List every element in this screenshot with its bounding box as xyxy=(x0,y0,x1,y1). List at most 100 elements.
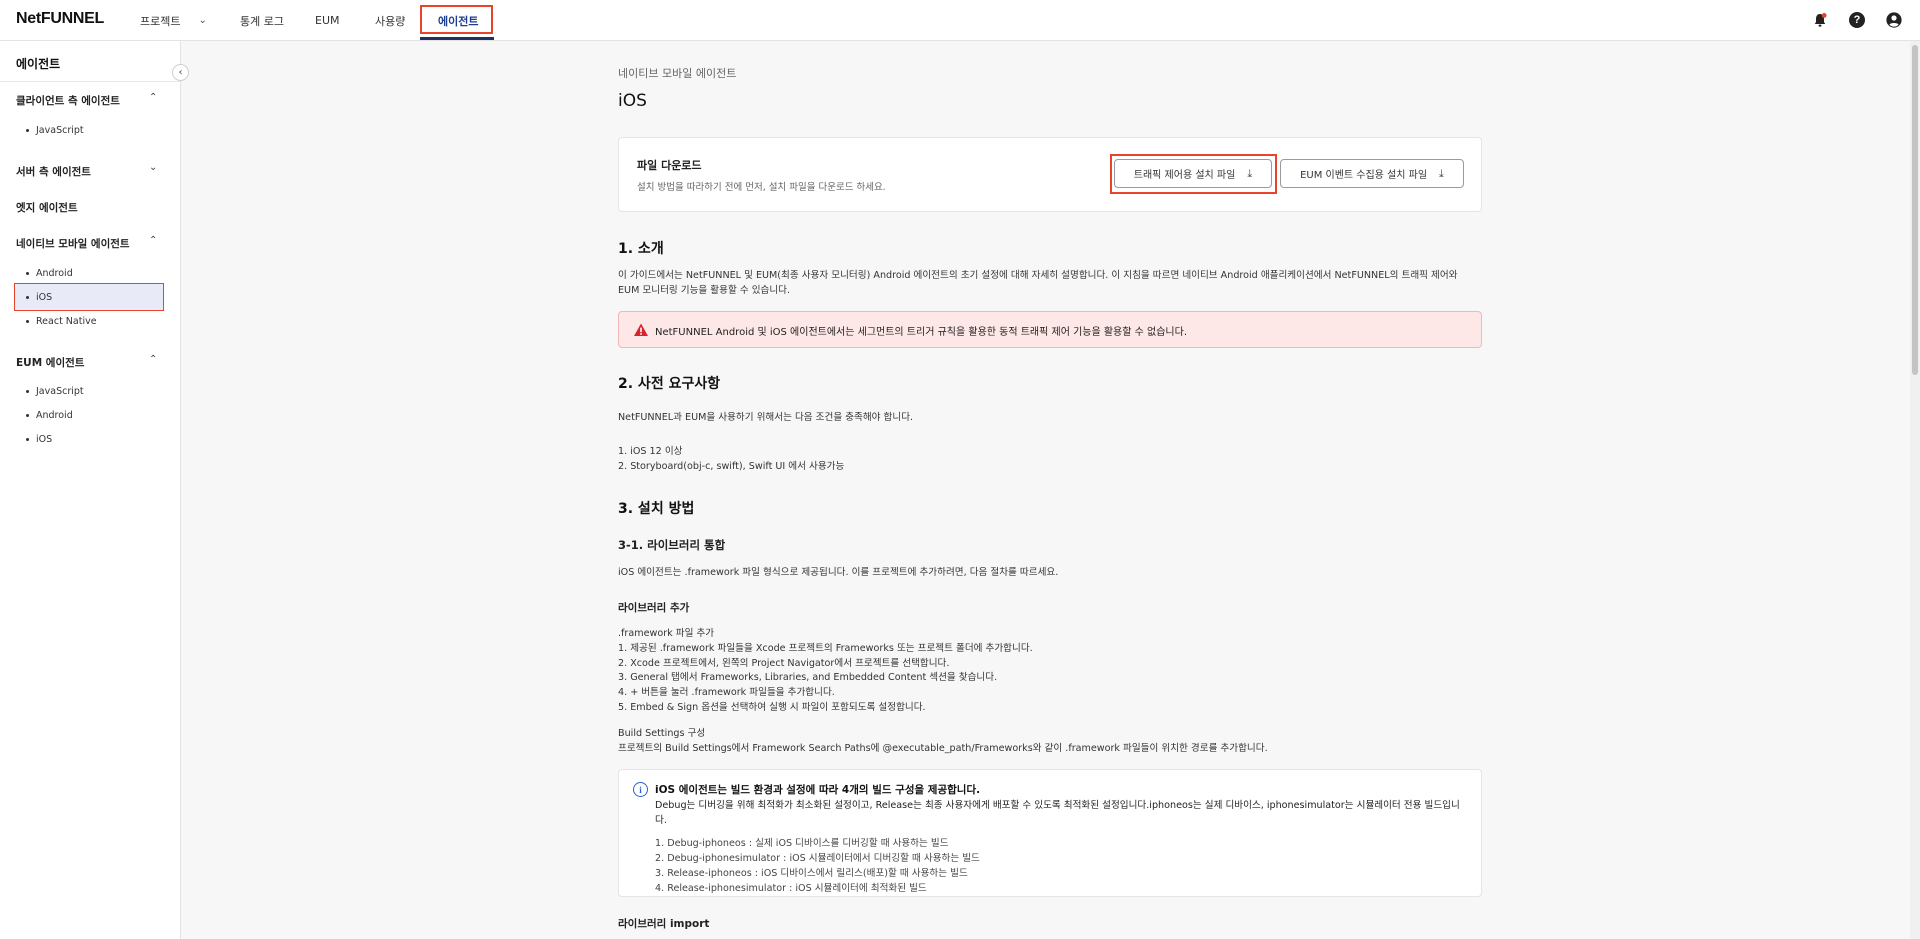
help-icon[interactable]: ? xyxy=(1848,11,1866,29)
bullet-icon xyxy=(26,438,29,441)
sidebar-item-label: iOS xyxy=(36,434,53,445)
subsection-heading-library-integration: 3-1. 라이브러리 통합 xyxy=(618,538,726,552)
bell-icon[interactable] xyxy=(1811,11,1829,29)
bullet-icon xyxy=(26,320,29,323)
sidebar-item-label: iOS xyxy=(36,292,53,303)
download-icon: ⤓ xyxy=(1247,166,1253,180)
active-tab-indicator xyxy=(420,37,494,40)
nav-agent-label: 에이전트 xyxy=(438,14,479,28)
section-heading-intro: 1. 소개 xyxy=(618,241,664,257)
sidebar-item-eum-android[interactable]: Android xyxy=(26,410,73,421)
nav-stats-log[interactable]: 통계 로그 xyxy=(240,0,284,41)
warning-text: NetFUNNEL Android 및 iOS 에이전트에서는 세그먼트의 트리… xyxy=(655,327,1187,338)
scrollbar-thumb[interactable] xyxy=(1912,45,1918,375)
chevron-up-icon[interactable]: ⌃ xyxy=(149,235,157,246)
sidebar-item-native-android[interactable]: Android xyxy=(26,268,73,279)
library-integration-text: iOS 에이전트는 .framework 파일 형식으로 제공됩니다. 이를 프… xyxy=(618,567,1059,578)
bullet-icon xyxy=(26,390,29,393)
download-card: 파일 다운로드 설치 방법을 따라하기 전에 먼저, 설치 파일을 다운로드 하… xyxy=(618,137,1482,212)
nav-agent[interactable]: 에이전트 xyxy=(438,0,478,41)
traffic-control-download-button[interactable]: 트래픽 제어용 설치 파일 ⤓ xyxy=(1114,159,1272,188)
framework-step: 4. + 버튼을 눌러 .framework 파일들을 추가합니다. xyxy=(618,687,835,698)
sidebar-group-server-agent[interactable]: 서버 측 에이전트 xyxy=(16,164,91,179)
nav-eum-label: EUM xyxy=(315,14,340,27)
framework-step: 5. Embed & Sign 옵션을 선택하여 실행 시 파일이 포함되도록 … xyxy=(618,702,926,713)
download-title: 파일 다운로드 xyxy=(637,159,702,172)
chevron-down-icon[interactable]: ⌄ xyxy=(149,162,157,173)
button-label: 트래픽 제어용 설치 파일 xyxy=(1133,170,1236,181)
build-config-item: 1. Debug-iphoneos : 실제 iOS 디바이스를 디버깅할 때 … xyxy=(655,838,949,849)
build-settings-label: Build Settings 구성 xyxy=(618,728,706,739)
sidebar-item-eum-javascript[interactable]: JavaScript xyxy=(26,386,84,397)
account-icon-glyph xyxy=(1886,12,1902,28)
chevron-up-icon[interactable]: ⌃ xyxy=(149,354,157,365)
framework-step: 1. 제공된 .framework 파일들을 Xcode 프로젝트의 Frame… xyxy=(618,643,1033,654)
bullet-icon xyxy=(26,129,29,132)
nav-project-label: 프로젝트 xyxy=(140,14,181,28)
button-label: EUM 이벤트 수집용 설치 파일 xyxy=(1300,170,1428,181)
sidebar-item-label: React Native xyxy=(36,316,97,327)
eum-event-download-button[interactable]: EUM 이벤트 수집용 설치 파일 ⤓ xyxy=(1280,159,1464,188)
sidebar-item-label: Android xyxy=(36,268,73,279)
help-icon-glyph: ? xyxy=(1849,12,1865,28)
build-config-item: 3. Release-iphoneos : iOS 디바이스에서 릴리스(배포)… xyxy=(655,868,968,879)
sidebar-item-label: JavaScript xyxy=(36,386,84,397)
nav-usage-label: 사용량 xyxy=(375,14,406,28)
nav-stats-log-label: 통계 로그 xyxy=(240,14,284,28)
chevron-up-icon[interactable]: ⌃ xyxy=(149,92,157,103)
info-title: iOS 에이전트는 빌드 환경과 설정에 따라 4개의 빌드 구성을 제공합니다… xyxy=(655,784,981,796)
sidebar-collapse-button[interactable]: ‹ xyxy=(172,64,189,81)
sidebar-divider xyxy=(0,81,180,82)
nav-project[interactable]: 프로젝트 ⌄ xyxy=(140,0,207,41)
framework-step: 3. General 탭에서 Frameworks, Libraries, an… xyxy=(618,672,998,683)
download-subtitle: 설치 방법을 따라하기 전에 먼저, 설치 파일을 다운로드 하세요. xyxy=(637,182,886,193)
bullet-icon xyxy=(26,296,29,299)
build-config-item: 2. Debug-iphonesimulator : iOS 시뮬레이터에서 디… xyxy=(655,853,980,864)
nav-usage[interactable]: 사용량 xyxy=(375,0,405,41)
bell-icon-glyph xyxy=(1814,13,1827,27)
warning-banner: NetFUNNEL Android 및 iOS 에이전트에서는 세그먼트의 트리… xyxy=(618,311,1482,348)
build-config-list: 1. Debug-iphoneos : 실제 iOS 디바이스를 디버깅할 때 … xyxy=(655,836,980,896)
sidebar-group-eum-agent[interactable]: EUM 에이전트 xyxy=(16,355,84,370)
account-icon[interactable] xyxy=(1885,11,1903,29)
warning-icon xyxy=(634,323,648,336)
build-config-info-card: i iOS 에이전트는 빌드 환경과 설정에 따라 4개의 빌드 구성을 제공합… xyxy=(618,769,1482,897)
chevron-down-icon: ⌄ xyxy=(198,15,207,26)
info-description: Debug는 디버깅을 위해 최적화가 최소화된 설정이고, Release는 … xyxy=(655,800,1460,826)
top-navigation-bar: NetFUNNEL 프로젝트 ⌄ 통계 로그 EUM 사용량 에이전트 ? xyxy=(0,0,1920,41)
netfunnel-logo[interactable]: NetFUNNEL xyxy=(16,10,104,28)
sidebar-group-edge-agent[interactable]: 엣지 에이전트 xyxy=(16,200,78,215)
framework-add-label: .framework 파일 추가 xyxy=(618,628,715,639)
sidebar-group-native-mobile-agent[interactable]: 네이티브 모바일 에이전트 xyxy=(16,236,130,251)
sidebar-title: 에이전트 xyxy=(16,57,61,71)
bullet-icon xyxy=(26,272,29,275)
build-config-item: 4. Release-iphonesimulator : iOS 시뮬레이터에 … xyxy=(655,883,927,894)
sidebar-item-label: Android xyxy=(36,410,73,421)
intro-text-line1: 이 가이드에서는 NetFUNNEL 및 EUM(최종 사용자 모니터링) An… xyxy=(618,270,1458,281)
sidebar-group-client-agent[interactable]: 클라이언트 측 에이전트 xyxy=(16,93,120,108)
sidebar-item-native-react-native[interactable]: React Native xyxy=(26,316,97,327)
info-icon: i xyxy=(633,782,648,797)
sidebar-item-eum-ios[interactable]: iOS xyxy=(26,434,52,445)
breadcrumb: 네이티브 모바일 에이전트 xyxy=(618,67,737,80)
bullet-icon xyxy=(26,414,29,417)
page-scrollbar[interactable] xyxy=(1910,41,1920,939)
section-heading-prereq: 2. 사전 요구사항 xyxy=(618,376,721,392)
page-title: iOS xyxy=(618,91,647,111)
framework-step: 2. Xcode 프로젝트에서, 왼쪽의 Project Navigator에서… xyxy=(618,658,950,669)
prereq-item: 1. iOS 12 이상 xyxy=(618,446,683,457)
prereq-text: NetFUNNEL과 EUM을 사용하기 위해서는 다음 조건을 충족해야 합니… xyxy=(618,412,914,423)
build-settings-text: 프로젝트의 Build Settings에서 Framework Search … xyxy=(618,743,1268,754)
nav-eum[interactable]: EUM xyxy=(315,0,340,41)
prereq-item: 2. Storyboard(obj-c, swift), Swift UI 에서… xyxy=(618,461,845,472)
sidebar-item-label: JavaScript xyxy=(36,125,84,136)
sidebar-item-client-javascript[interactable]: JavaScript xyxy=(26,125,84,136)
library-import-heading: 라이브러리 import xyxy=(618,918,710,930)
intro-text-line2: EUM 모니터링 기능을 활용할 수 있습니다. xyxy=(618,285,791,296)
library-add-heading: 라이브러리 추가 xyxy=(618,602,690,614)
section-heading-install: 3. 설치 방법 xyxy=(618,501,695,517)
chevron-left-icon: ‹ xyxy=(178,67,183,78)
download-icon: ⤓ xyxy=(1439,166,1444,180)
sidebar: 에이전트 클라이언트 측 에이전트 ⌃ JavaScript 서버 측 에이전트… xyxy=(0,41,181,939)
sidebar-item-native-ios[interactable]: iOS xyxy=(26,292,52,303)
